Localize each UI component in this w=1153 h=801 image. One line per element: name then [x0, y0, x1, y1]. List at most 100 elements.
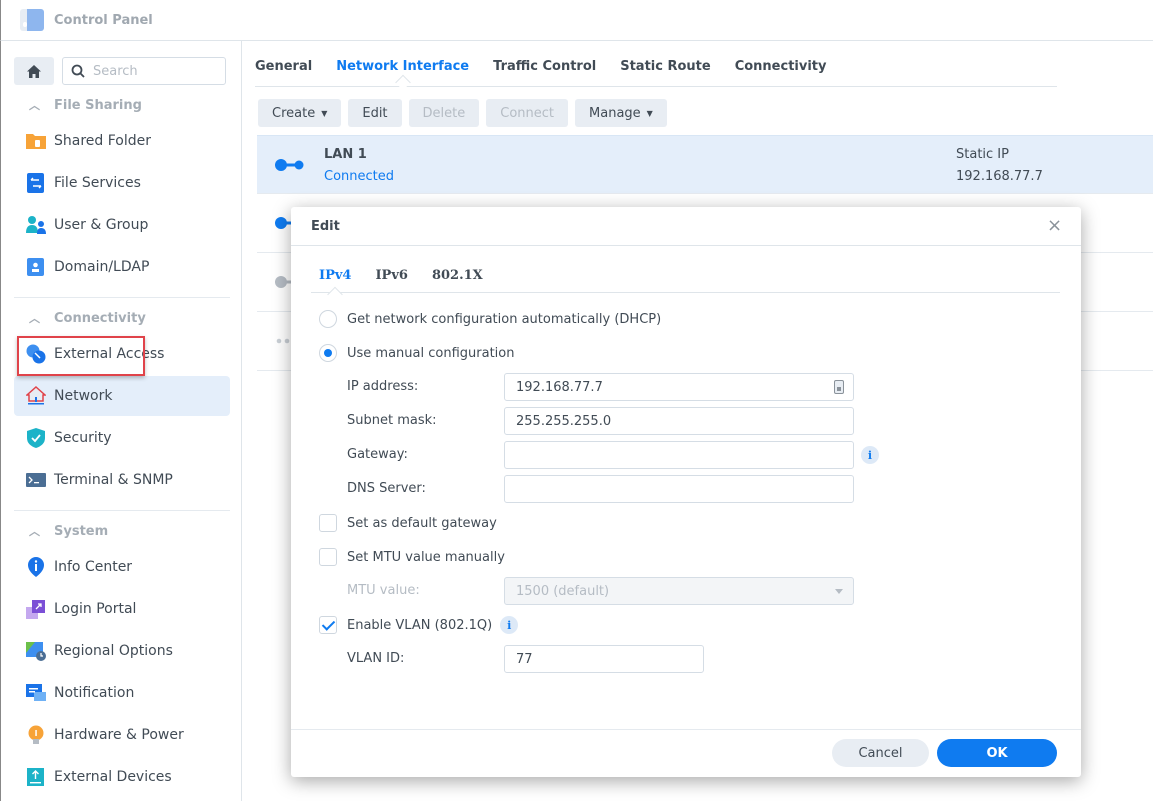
dhcp-label: Get network configuration automatically … — [347, 311, 662, 327]
default-gateway-option[interactable]: Set as default gateway — [319, 514, 497, 532]
sidebar-item-label: Notification — [54, 685, 135, 701]
sidebar-item-login-portal[interactable]: Login Portal — [14, 589, 230, 629]
info-center-icon — [26, 557, 46, 577]
sidebar-item-domain-ldap[interactable]: Domain/LDAP — [14, 247, 230, 287]
mtu-manual-label: Set MTU value manually — [347, 549, 505, 565]
sidebar-item-shared-folder[interactable]: Shared Folder — [14, 121, 230, 161]
mtu-value-select[interactable]: 1500 (default) — [504, 577, 854, 605]
ok-button[interactable]: OK — [937, 739, 1057, 767]
user-group-icon — [26, 215, 46, 235]
hardware-power-icon — [26, 725, 46, 745]
default-gateway-checkbox[interactable] — [319, 514, 337, 532]
dhcp-radio[interactable] — [319, 310, 337, 328]
sidebar-item-label: Terminal & SNMP — [54, 472, 173, 488]
vlan-id-input[interactable] — [516, 651, 703, 667]
connected-icon — [275, 159, 304, 171]
title-bar: Control Panel — [0, 0, 1153, 41]
control-panel-icon — [20, 9, 44, 31]
edit-button[interactable]: Edit — [348, 99, 402, 127]
manual-radio[interactable] — [319, 344, 337, 362]
section-connectivity[interactable]: ︿ Connectivity — [29, 308, 146, 328]
interface-status: Connected — [324, 169, 395, 184]
vlan-label: Enable VLAN (802.1Q) — [347, 617, 493, 633]
ip-address-input[interactable] — [516, 379, 853, 395]
create-button[interactable]: Create ▼ — [258, 99, 342, 127]
subnet-mask-input[interactable] — [516, 413, 853, 429]
notification-icon — [26, 683, 46, 703]
section-file-sharing[interactable]: ︿ File Sharing — [29, 95, 142, 115]
chevron-up-icon: ︿ — [29, 525, 40, 538]
mtu-value: 1500 (default) — [516, 583, 610, 599]
divider — [14, 297, 230, 298]
tab-network-interface[interactable]: Network Interface — [336, 53, 469, 74]
app-title: Control Panel — [54, 12, 153, 28]
tab-traffic-control[interactable]: Traffic Control — [493, 53, 596, 74]
vlan-id-field[interactable] — [504, 645, 704, 673]
sidebar-item-info-center[interactable]: Info Center — [14, 547, 230, 587]
ip-picker-icon[interactable] — [834, 380, 844, 394]
network-icon — [25, 385, 47, 406]
vlan-checkbox[interactable] — [319, 616, 337, 634]
dns-server-field[interactable] — [504, 475, 854, 503]
sidebar-item-label: External Access — [54, 346, 165, 362]
tab-static-route[interactable]: Static Route — [620, 53, 710, 74]
sidebar-item-external-devices[interactable]: External Devices — [14, 757, 230, 797]
search-icon — [71, 64, 85, 78]
sidebar-item-user-group[interactable]: User & Group — [14, 205, 230, 245]
dialog-header: Edit — [291, 207, 1081, 246]
sidebar-item-notification[interactable]: Notification — [14, 673, 230, 713]
caret-down-icon: ▼ — [321, 108, 328, 118]
vlan-id-label: VLAN ID: — [347, 651, 405, 666]
search-input[interactable] — [93, 63, 213, 79]
gateway-info-icon[interactable]: i — [861, 446, 879, 464]
sidebar-item-label: Info Center — [54, 559, 133, 575]
delete-button[interactable]: Delete — [408, 99, 480, 127]
sidebar-item-terminal-snmp[interactable]: Terminal & SNMP — [14, 460, 230, 500]
tab-general[interactable]: General — [255, 53, 312, 74]
ip-address-label: IP address: — [347, 379, 419, 394]
interface-row[interactable]: LAN 1 Connected Static IP 192.168.77.7 — [257, 135, 1153, 194]
sidebar-item-label: Shared Folder — [54, 133, 152, 149]
dns-server-input[interactable] — [516, 481, 853, 497]
shared-folder-icon — [26, 131, 46, 151]
create-label: Create — [272, 105, 316, 121]
section-system[interactable]: ︿ System — [29, 521, 108, 541]
vlan-info-icon[interactable]: i — [500, 616, 519, 634]
close-icon[interactable]: × — [1047, 217, 1062, 235]
vlan-option[interactable]: Enable VLAN (802.1Q) i — [319, 616, 519, 634]
connect-button[interactable]: Connect — [486, 99, 569, 127]
dialog-title: Edit — [311, 218, 340, 234]
interface-name: LAN 1 — [324, 147, 367, 162]
mtu-manual-checkbox[interactable] — [319, 548, 337, 566]
tab-802-1x[interactable]: 802.1X — [432, 268, 483, 283]
manual-option[interactable]: Use manual configuration — [319, 344, 514, 362]
subnet-mask-label: Subnet mask: — [347, 413, 437, 428]
caret-down-icon: ▼ — [646, 108, 653, 118]
sidebar-item-hardware-power[interactable]: Hardware & Power — [14, 715, 230, 755]
interface-type: Static IP — [956, 147, 1009, 162]
gateway-field[interactable] — [504, 441, 854, 469]
gateway-input[interactable] — [516, 447, 853, 463]
dialog-tabs: IPv4 IPv6 802.1X — [311, 259, 1060, 293]
gateway-label: Gateway: — [347, 447, 408, 462]
subnet-mask-field[interactable] — [504, 407, 854, 435]
sidebar-item-regional-options[interactable]: Regional Options — [14, 631, 230, 671]
cancel-button[interactable]: Cancel — [832, 739, 929, 767]
home-button[interactable] — [14, 57, 54, 85]
sidebar-item-file-services[interactable]: File Services — [14, 163, 230, 203]
external-devices-icon — [26, 767, 46, 787]
mtu-manual-option[interactable]: Set MTU value manually — [319, 548, 505, 566]
regional-options-icon — [26, 641, 46, 661]
tab-connectivity[interactable]: Connectivity — [735, 53, 827, 74]
sidebar-item-network[interactable]: Network — [14, 376, 230, 416]
tab-ipv6[interactable]: IPv6 — [375, 268, 407, 283]
ip-address-field[interactable] — [504, 373, 854, 401]
sidebar-item-security[interactable]: Security — [14, 418, 230, 458]
chevron-up-icon: ︿ — [29, 99, 40, 112]
tab-ipv4[interactable]: IPv4 — [319, 268, 351, 283]
dhcp-option[interactable]: Get network configuration automatically … — [319, 310, 661, 328]
manage-button[interactable]: Manage ▼ — [575, 99, 667, 127]
search-box[interactable] — [62, 57, 226, 85]
sidebar-item-external-access[interactable]: External Access — [14, 334, 230, 374]
dns-server-label: DNS Server: — [347, 481, 426, 496]
